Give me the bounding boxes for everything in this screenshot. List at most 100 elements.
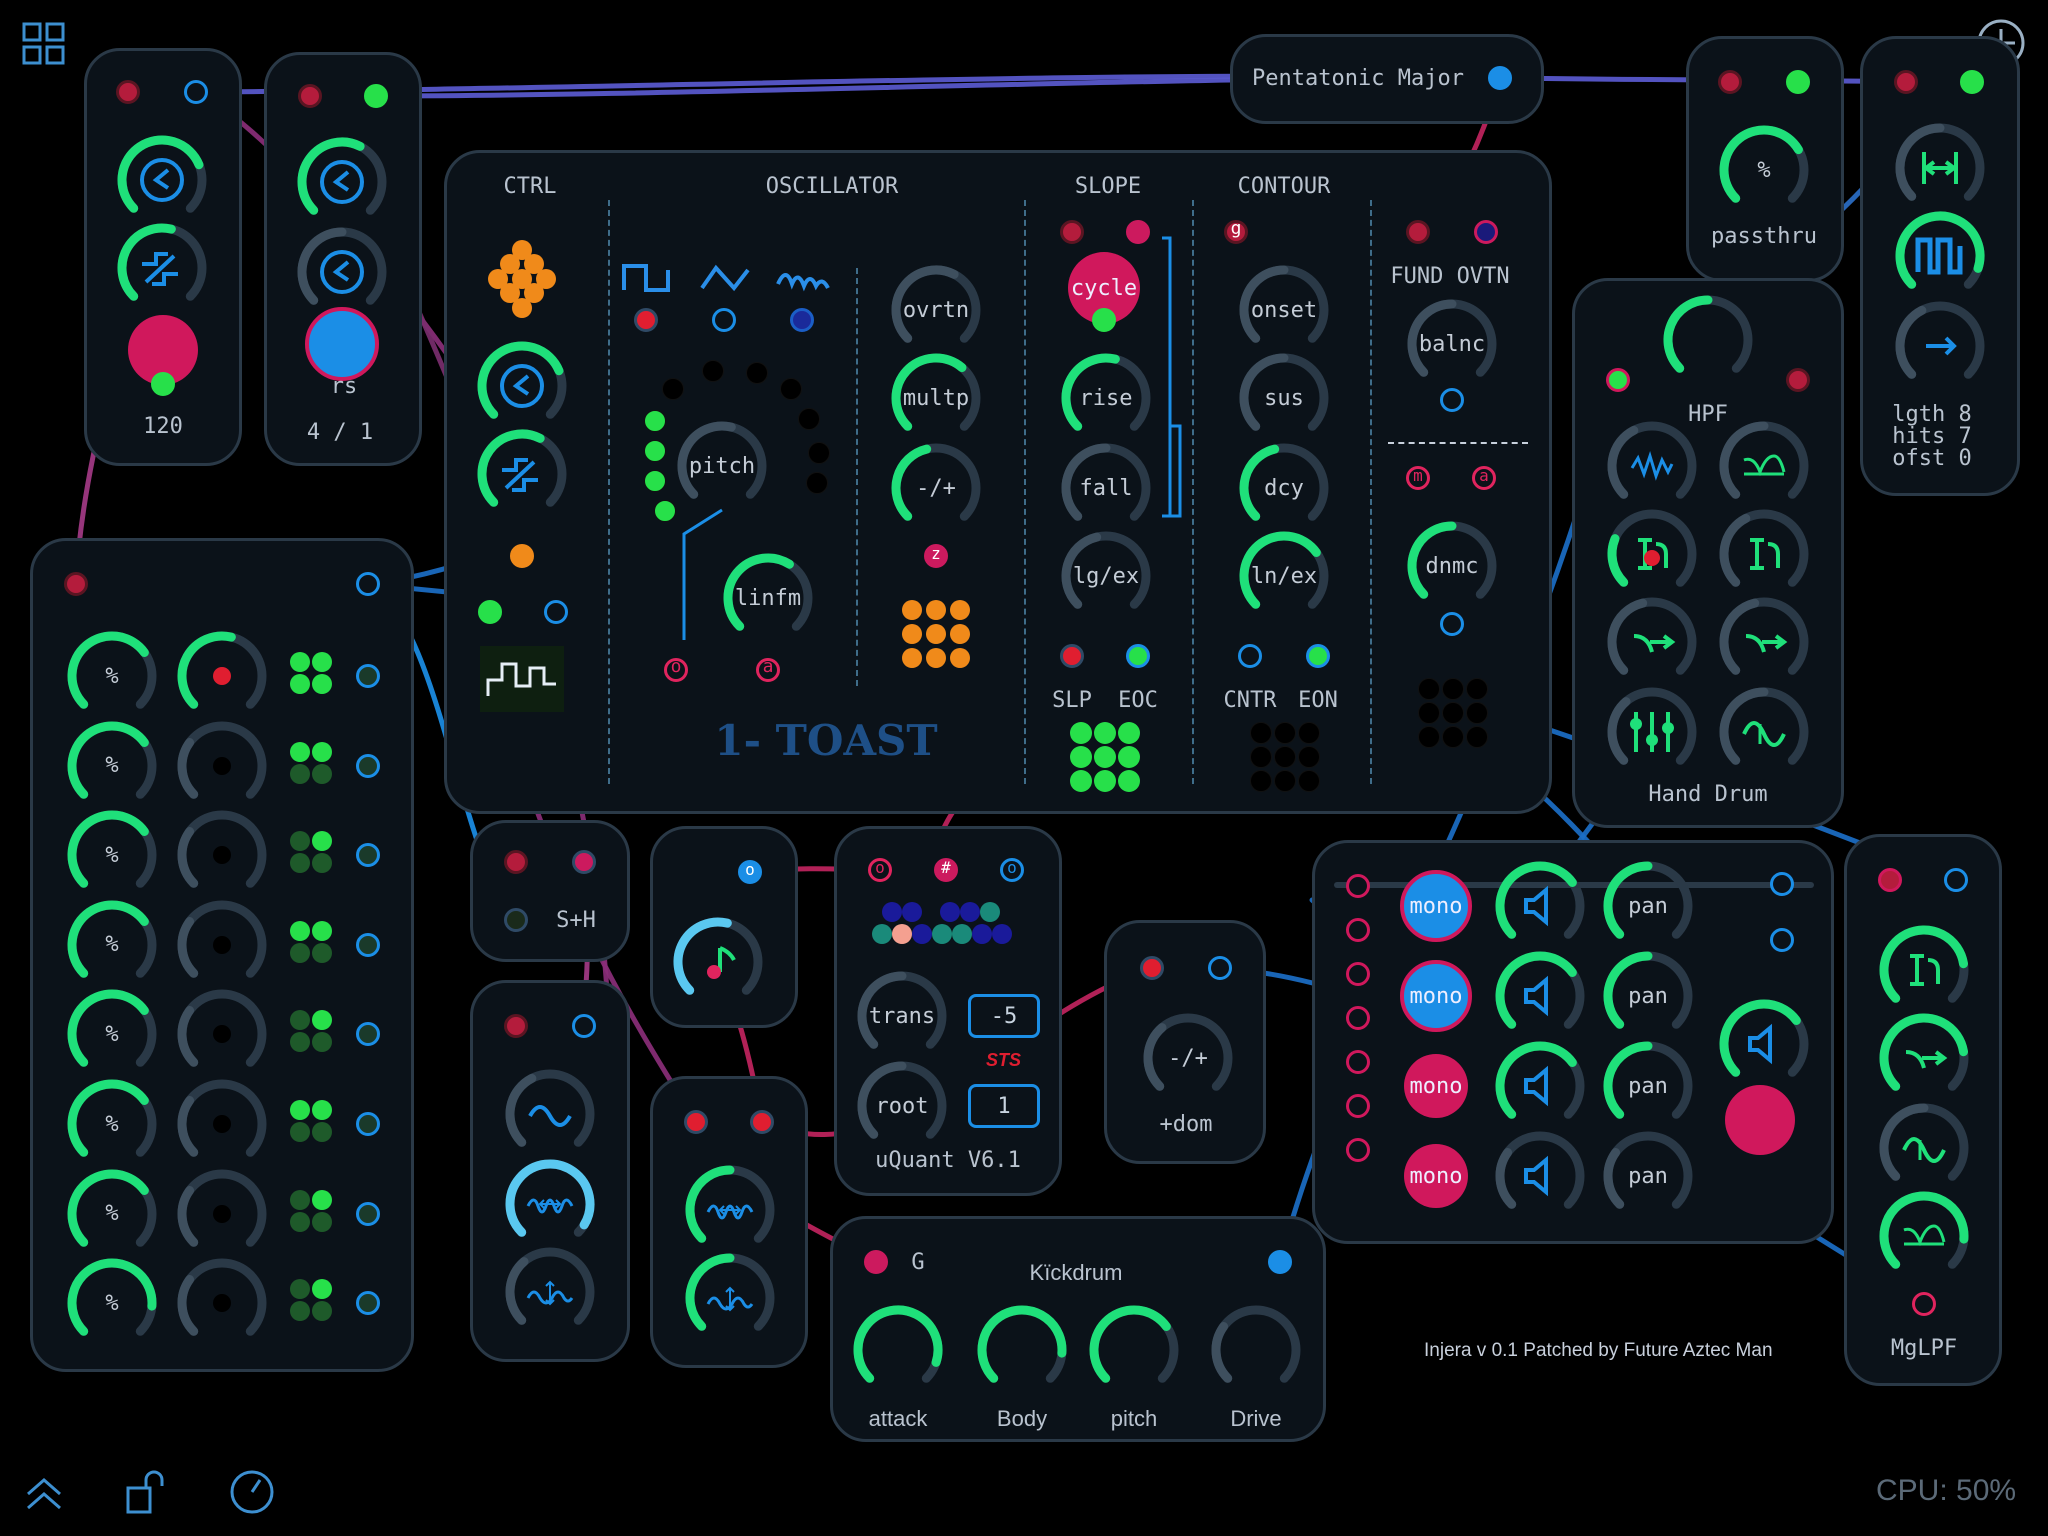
fund-black-matrix[interactable] xyxy=(1418,678,1488,748)
kick-gate-jack[interactable] xyxy=(864,1250,888,1274)
mixer-row-out-jack[interactable] xyxy=(356,753,380,778)
mglpf-dec-knob[interactable] xyxy=(1874,1008,1974,1108)
contour-onset-knob[interactable]: onset xyxy=(1234,260,1334,360)
slope-fall-knob[interactable]: fall xyxy=(1056,438,1156,538)
passthru-in-jack[interactable] xyxy=(1718,70,1742,94)
contour-eon-jack[interactable] xyxy=(1306,644,1330,668)
fund-dnmc-knob[interactable]: dnmc xyxy=(1402,516,1502,616)
hd-filter-knob[interactable] xyxy=(1714,416,1814,516)
clock2-out-jack[interactable] xyxy=(364,84,388,108)
uquant-trans-value[interactable]: -5 xyxy=(968,994,1040,1038)
hd-mix-knob[interactable] xyxy=(1602,682,1702,782)
hpf-freq-knob[interactable] xyxy=(1658,290,1758,390)
triangle-jack[interactable] xyxy=(712,308,736,332)
osc-pitch-knob[interactable]: pitch xyxy=(672,416,772,516)
euclid-out-jack[interactable] xyxy=(1960,70,1984,94)
lfo-updown-knob[interactable] xyxy=(500,1242,600,1342)
mixer-pan-knob[interactable] xyxy=(172,1253,272,1353)
osc-multp-knob[interactable]: multp xyxy=(886,348,986,448)
mixer-pan-knob[interactable] xyxy=(172,626,272,726)
mixer-pan-knob[interactable] xyxy=(172,895,272,995)
mixer4-input-jack[interactable] xyxy=(1346,1050,1370,1074)
fund-in1-jack[interactable] xyxy=(1406,220,1430,244)
mixer4-out2-jack[interactable] xyxy=(1770,928,1794,952)
mixer-led-grid[interactable] xyxy=(290,920,338,969)
sh-out-jack[interactable] xyxy=(504,908,528,932)
euclid-length-knob[interactable] xyxy=(1890,118,1990,218)
unlock-icon[interactable] xyxy=(124,1470,170,1516)
mixer4-mono-button[interactable]: mono xyxy=(1404,1144,1468,1208)
mixer-row-out-jack[interactable] xyxy=(356,1291,380,1316)
slope-in-jack[interactable] xyxy=(1060,220,1084,244)
mixer-led-grid[interactable] xyxy=(290,1189,338,1238)
mixer-led-grid[interactable] xyxy=(290,1279,338,1327)
key-led[interactable] xyxy=(952,924,972,944)
clock1-gate-jack[interactable] xyxy=(151,372,175,396)
ctrl-clock-knob[interactable] xyxy=(472,336,572,436)
kick-out-jack[interactable] xyxy=(1268,1250,1292,1274)
slope-slp-jack[interactable] xyxy=(1060,644,1084,668)
wave-fm-knob[interactable] xyxy=(680,1160,780,1260)
mixer4-mute-button[interactable] xyxy=(1725,1085,1795,1155)
mixer-row-out-jack[interactable] xyxy=(356,1112,380,1136)
mixer-left-in-jack[interactable] xyxy=(64,572,88,596)
clock2-in-jack[interactable] xyxy=(298,84,322,108)
mixer-level-knob[interactable]: % xyxy=(62,1074,162,1174)
mixer-level-knob[interactable]: % xyxy=(62,805,162,905)
mixer4-master-knob[interactable] xyxy=(1714,994,1814,1094)
note-knob[interactable] xyxy=(668,912,768,1012)
dom-knob[interactable]: -/+ xyxy=(1138,1008,1238,1108)
clock-icon[interactable] xyxy=(228,1468,276,1516)
slope-lgex-knob[interactable]: lg/ex xyxy=(1056,526,1156,626)
lfo-in-jack[interactable] xyxy=(504,1014,528,1038)
mixer4-out1-jack[interactable] xyxy=(1770,872,1794,896)
mglpf-out-jack[interactable] xyxy=(1944,868,1968,892)
key-led[interactable] xyxy=(872,924,892,944)
kick-attack-knob[interactable] xyxy=(848,1300,948,1400)
mixer-level-knob[interactable]: % xyxy=(62,1164,162,1264)
fund-in2-jack[interactable] xyxy=(1474,220,1498,244)
mglpf-in-jack[interactable] xyxy=(1878,868,1902,892)
mixer4-volume-knob[interactable] xyxy=(1490,1036,1590,1136)
contour-black-matrix[interactable] xyxy=(1250,722,1320,792)
hd-env2-knob[interactable] xyxy=(1714,504,1814,604)
key-led[interactable] xyxy=(892,924,912,944)
key-led[interactable] xyxy=(992,924,1012,944)
key-led[interactable] xyxy=(980,902,1000,922)
mixer-row-out-jack[interactable] xyxy=(356,1201,380,1226)
hd-dec1-knob[interactable] xyxy=(1602,592,1702,692)
mixer-level-knob[interactable]: % xyxy=(62,716,162,816)
ctrl-orange-dots[interactable] xyxy=(488,240,562,318)
wave-in2-jack[interactable] xyxy=(750,1110,774,1134)
contour-cntr-jack[interactable] xyxy=(1238,644,1262,668)
triangle-wave-icon[interactable] xyxy=(700,260,750,294)
mixer-pan-knob[interactable] xyxy=(172,984,272,1084)
mixer-led-grid[interactable] xyxy=(290,652,338,700)
mixer4-input-jack[interactable] xyxy=(1346,874,1370,898)
mglpf-cv-jack[interactable] xyxy=(1912,1292,1936,1316)
lfo-out-jack[interactable] xyxy=(572,1014,596,1038)
uquant-keyboard[interactable] xyxy=(868,902,1028,948)
hd-noise-knob[interactable] xyxy=(1602,416,1702,516)
mixer-pan-knob[interactable] xyxy=(172,1074,272,1174)
mixer4-volume-knob[interactable] xyxy=(1490,1126,1590,1226)
hd-dec2-knob[interactable] xyxy=(1714,592,1814,692)
osc-orange-dots[interactable] xyxy=(902,600,974,672)
mixer-row-out-jack[interactable] xyxy=(356,843,380,868)
dom-in-jack[interactable] xyxy=(1140,956,1164,980)
hpf-out-jack[interactable] xyxy=(1786,368,1810,392)
fund-balnc-knob[interactable]: balnc xyxy=(1402,294,1502,394)
sh-in2-jack[interactable] xyxy=(572,850,596,874)
key-led[interactable] xyxy=(902,902,922,922)
passthru-knob[interactable]: % xyxy=(1714,120,1814,220)
osc-plusminus-knob[interactable]: -/+ xyxy=(886,438,986,538)
key-led[interactable] xyxy=(882,902,902,922)
mixer-led-grid[interactable] xyxy=(290,831,338,879)
uquant-root-knob[interactable]: root xyxy=(852,1056,952,1156)
wave-am-knob[interactable] xyxy=(680,1248,780,1348)
square-jack[interactable] xyxy=(634,308,658,332)
mixer-led-grid[interactable] xyxy=(290,1100,338,1148)
patch-cable[interactable] xyxy=(373,77,1233,99)
mixer4-pan-knob[interactable]: pan xyxy=(1598,946,1698,1046)
kick-drive-knob[interactable] xyxy=(1206,1300,1306,1400)
